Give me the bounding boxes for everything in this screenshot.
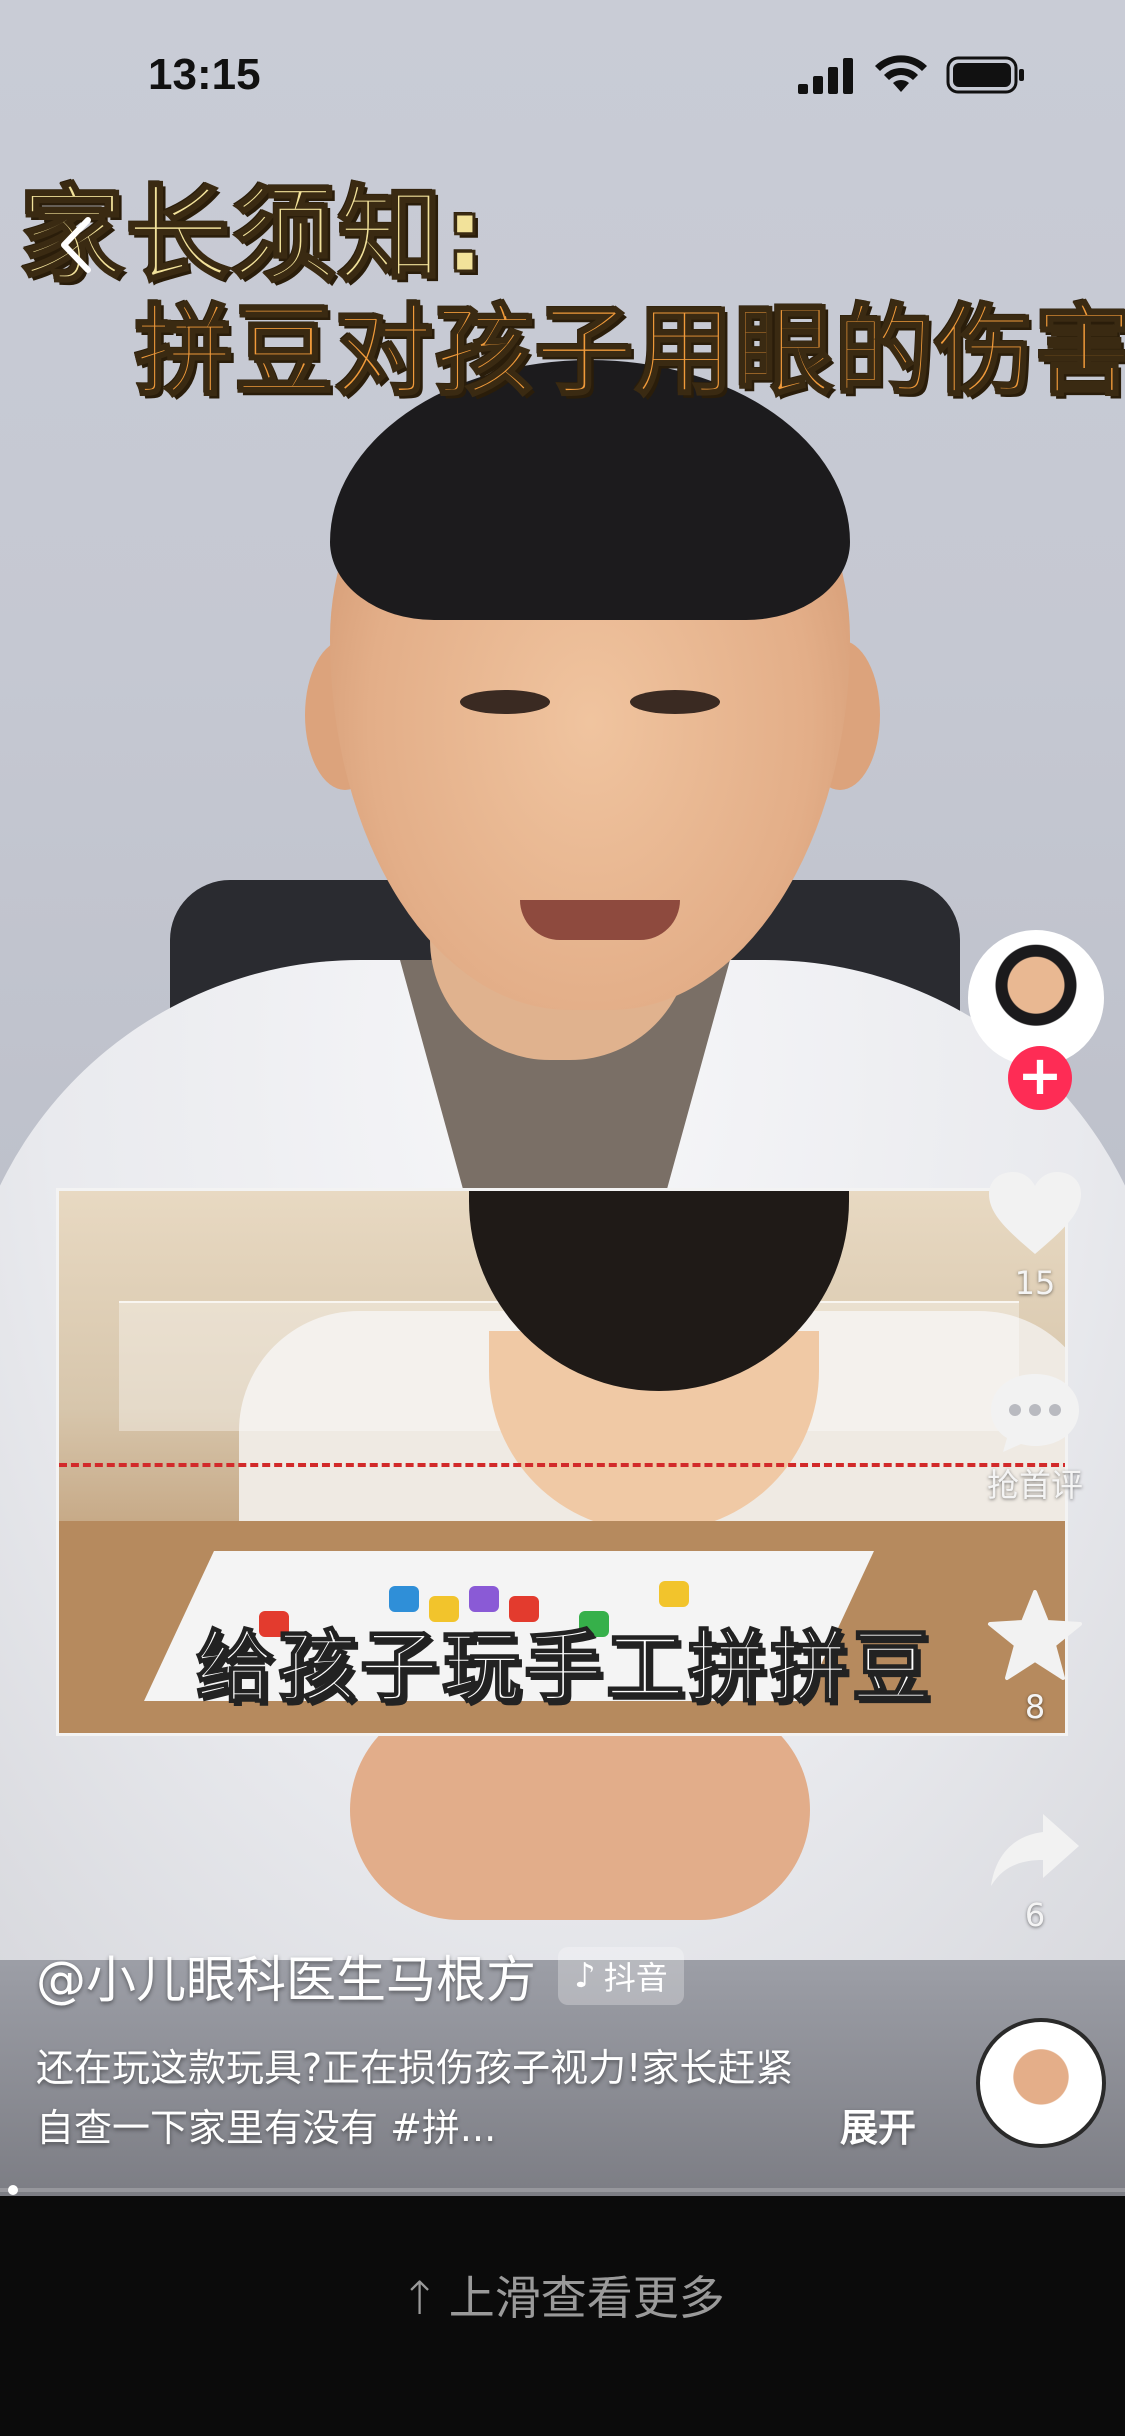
swipe-hint: ↑ 上滑查看更多: [0, 2262, 1125, 2328]
battery-icon: [946, 56, 1024, 94]
description-text: 还在玩这款玩具?正在损伤孩子视力!家长赶紧自查一下家里有没有 #拼...: [36, 2046, 794, 2150]
swipe-hint-text: 上滑查看更多: [448, 2271, 725, 2325]
eye-right: [630, 690, 720, 714]
favorite-count: 8: [1024, 1688, 1046, 1726]
status-bar: 13:15: [0, 0, 1125, 150]
share-count: 6: [1024, 1896, 1046, 1934]
author-name[interactable]: @小儿眼科医生马根方: [36, 1940, 536, 2012]
favorite-button[interactable]: 8: [960, 1590, 1110, 1726]
back-icon[interactable]: [48, 210, 108, 280]
share-button[interactable]: 6: [960, 1810, 1110, 1934]
progress-handle[interactable]: [8, 2185, 18, 2195]
post-description: 还在玩这款玩具?正在损伤孩子视力!家长赶紧自查一下家里有没有 #拼... 展开: [36, 2038, 916, 2158]
up-arrow-icon: ↑: [400, 2271, 439, 2325]
inset-caption: 给孩子玩手工拼拼豆: [195, 1622, 934, 1714]
video-title-line2: 拼豆对孩子用眼的伤害: [133, 294, 1125, 411]
like-count: 15: [1014, 1264, 1056, 1302]
heart-icon: [989, 1172, 1081, 1254]
eye-level-dashed-line: [59, 1463, 1065, 1467]
bead: [659, 1581, 689, 1607]
follow-button[interactable]: +: [1008, 1046, 1072, 1110]
video-progress-bar[interactable]: [0, 2185, 1125, 2195]
mouth: [520, 900, 680, 940]
video-player[interactable]: 家长须知: 拼豆对孩子用眼的伤害 给孩子玩手工拼拼豆: [0, 0, 1125, 2196]
signal-icon: [798, 58, 853, 94]
comment-icon: [991, 1374, 1079, 1452]
like-button[interactable]: 15: [960, 1170, 1110, 1302]
wifi-icon: [875, 55, 927, 92]
douyin-badge-label: 抖音: [603, 1959, 668, 1997]
status-time: 13:15: [148, 50, 261, 99]
expand-link[interactable]: 展开: [840, 2098, 916, 2158]
comment-label: 抢首评: [986, 1466, 1083, 1504]
author-line: @小儿眼科医生马根方 ♪ 抖音: [36, 1940, 916, 2012]
eye-left: [460, 690, 550, 714]
comment-button[interactable]: 抢首评: [960, 1370, 1110, 1506]
music-disc[interactable]: [976, 2018, 1106, 2148]
bottom-bar[interactable]: ↑ 上滑查看更多: [0, 2196, 1125, 2436]
post-info: @小儿眼科医生马根方 ♪ 抖音 还在玩这款玩具?正在损伤孩子视力!家长赶紧自查一…: [36, 1940, 916, 2158]
douyin-badge[interactable]: ♪ 抖音: [558, 1947, 684, 2005]
star-icon: [988, 1590, 1082, 1680]
douyin-logo: ♪: [574, 1956, 596, 1996]
inset-image: 给孩子玩手工拼拼豆: [56, 1188, 1068, 1736]
share-icon: [991, 1814, 1079, 1886]
video-feed-screen: 家长须知: 拼豆对孩子用眼的伤害 给孩子玩手工拼拼豆 13:15 + 15 抢首…: [0, 0, 1125, 2436]
author-avatar[interactable]: +: [968, 930, 1104, 1110]
